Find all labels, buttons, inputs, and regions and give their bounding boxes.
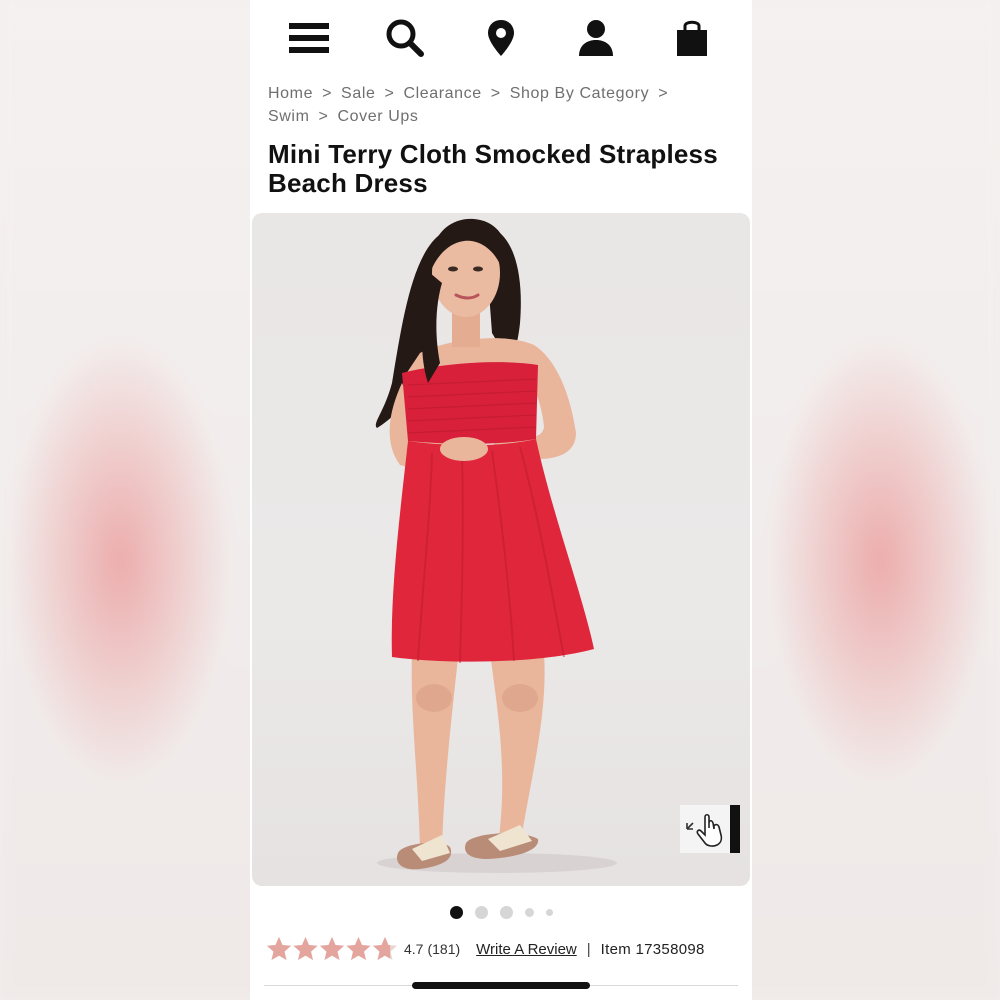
phone-screen: Home > Sale > Clearance > Shop By Category > Sw… bbox=[250, 0, 752, 1000]
star-icon bbox=[293, 937, 318, 960]
star-rating[interactable] bbox=[266, 936, 398, 962]
search-icon[interactable] bbox=[381, 14, 429, 62]
carousel-dot-5[interactable] bbox=[545, 908, 553, 916]
product-title: Mini Terry Cloth Smocked Strapless Beach… bbox=[268, 139, 718, 198]
breadcrumb-clearance[interactable]: Clearance bbox=[403, 85, 481, 102]
breadcrumb-swim[interactable]: Swim bbox=[268, 108, 310, 125]
breadcrumb-separator: > bbox=[322, 85, 333, 102]
shopping-bag-icon[interactable] bbox=[668, 14, 716, 62]
star-icons bbox=[267, 937, 397, 960]
star-icon bbox=[373, 937, 397, 960]
star-icon bbox=[267, 937, 291, 960]
product-image[interactable] bbox=[252, 213, 750, 886]
item-number: Item 17358098 bbox=[600, 940, 705, 958]
breadcrumb-separator: > bbox=[658, 85, 669, 102]
separator: | bbox=[586, 940, 591, 958]
breadcrumb: Home > Sale > Clearance > Shop By Category > Sw… bbox=[268, 82, 738, 128]
breadcrumb-separator: > bbox=[384, 85, 395, 102]
home-indicator[interactable] bbox=[412, 982, 590, 989]
carousel-dot-1[interactable] bbox=[449, 905, 463, 919]
rating-value: 4.7 bbox=[404, 941, 424, 957]
reviews-row: 4.7 (181) Write A Review | Item 17358098 bbox=[266, 932, 746, 966]
model-illustration bbox=[375, 218, 617, 873]
star-icon bbox=[346, 937, 371, 960]
breadcrumb-separator: > bbox=[318, 108, 329, 125]
carousel-dot-4[interactable] bbox=[524, 907, 534, 917]
location-pin-icon[interactable] bbox=[477, 14, 525, 62]
top-navigation bbox=[250, 14, 752, 66]
account-icon[interactable] bbox=[572, 14, 620, 62]
carousel-dot-2[interactable] bbox=[474, 905, 488, 919]
breadcrumb-cover-ups[interactable]: Cover Ups bbox=[337, 108, 418, 125]
carousel-indicator bbox=[250, 905, 752, 919]
breadcrumb-shop-by-category[interactable]: Shop By Category bbox=[510, 85, 649, 102]
zoom-button[interactable] bbox=[680, 805, 740, 853]
carousel-dot-3[interactable] bbox=[499, 905, 513, 919]
breadcrumb-sale[interactable]: Sale bbox=[341, 85, 375, 102]
star-icon bbox=[320, 937, 344, 960]
breadcrumb-home[interactable]: Home bbox=[268, 85, 313, 102]
menu-icon[interactable] bbox=[285, 14, 333, 62]
tap-to-zoom-icon bbox=[686, 813, 723, 847]
write-review-link[interactable]: Write A Review bbox=[476, 941, 577, 958]
breadcrumb-separator: > bbox=[490, 85, 501, 102]
review-count[interactable]: (181) bbox=[427, 941, 460, 957]
